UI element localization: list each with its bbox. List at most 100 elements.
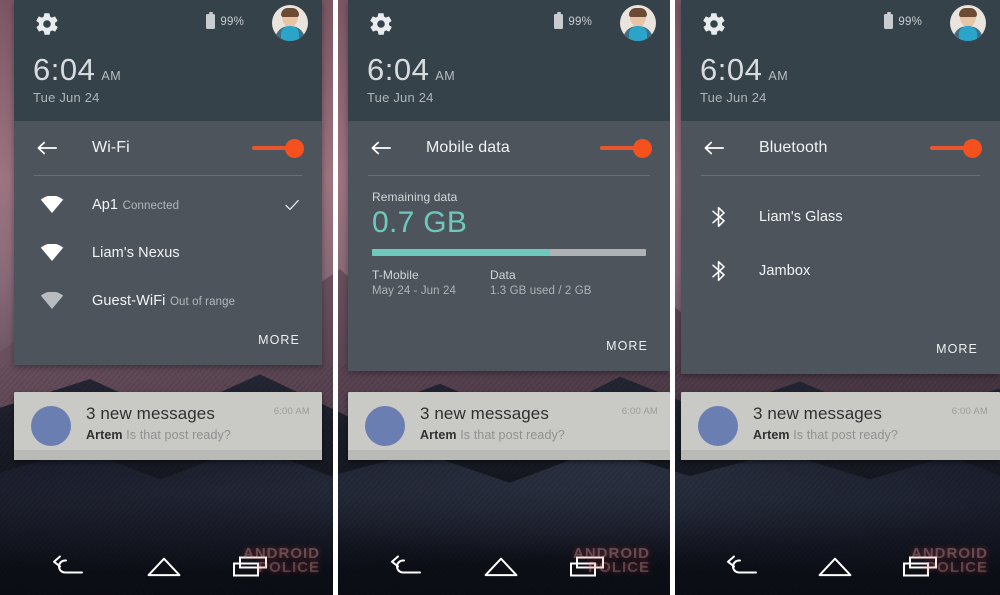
watermark-line2: POLICE — [926, 558, 988, 576]
network-status: Out of range — [169, 296, 236, 308]
remaining-data-label: Remaining data — [372, 190, 458, 204]
bluetooth-toggle[interactable] — [930, 139, 982, 158]
clock-date: Tue Jun 24 — [367, 90, 434, 105]
notification-title: 3 new messages — [753, 404, 882, 423]
detail-title: Mobile data — [426, 139, 510, 156]
device-name: Jambox — [759, 263, 811, 279]
notification-message: Is that post ready? — [460, 428, 565, 442]
data-usage-progress-fill — [372, 249, 551, 256]
back-arrow-icon[interactable] — [703, 139, 725, 157]
home-icon[interactable] — [147, 557, 181, 582]
screenshot-wifi: 99% 6:04 AM Tue Jun 24 Wi-Fi Ap1 Connect… — [0, 0, 333, 595]
quick-settings-panel-mobile-data: 99% 6:04 AM Tue Jun 24 Mobile data Remai… — [348, 0, 670, 371]
more-button[interactable]: MORE — [606, 339, 648, 353]
detail-title: Bluetooth — [759, 139, 828, 156]
notification-card[interactable]: 3 new messages Artem Is that post ready?… — [681, 392, 1000, 460]
watermark: ANDROID POLICE — [573, 545, 650, 576]
data-usage-meta: T-Mobile May 24 - Jun 24 Data 1.3 GB use… — [372, 268, 646, 297]
more-button[interactable]: MORE — [258, 333, 300, 347]
notification-avatar — [698, 406, 738, 446]
back-icon[interactable] — [727, 555, 757, 583]
list-item[interactable]: Jambox — [681, 244, 1000, 298]
notification-stack-edge — [348, 450, 670, 460]
data-usage-section: Remaining data 0.7 GB T-Mobile May 24 - … — [348, 176, 670, 297]
notification-message: Is that post ready? — [126, 428, 231, 442]
list-item-text: Jambox — [759, 262, 810, 280]
screenshot-mobile-data: 99% 6:04 AM Tue Jun 24 Mobile data Remai… — [338, 0, 670, 595]
back-arrow-icon[interactable] — [36, 139, 58, 157]
lockscreen-clock: 6:04 AM Tue Jun 24 — [367, 54, 455, 105]
clock-ampm: AM — [435, 69, 456, 83]
battery-icon — [554, 11, 564, 29]
clock-time: 6:04 — [367, 52, 430, 87]
notification-preview: Artem Is that post ready? — [86, 428, 231, 442]
billing-period: May 24 - Jun 24 — [372, 285, 456, 297]
detail-title: Wi-Fi — [92, 139, 130, 156]
usage-column: Data 1.3 GB used / 2 GB — [490, 268, 592, 297]
gear-icon[interactable] — [368, 11, 394, 37]
more-row: MORE — [14, 325, 322, 365]
notification-sender: Artem — [420, 428, 457, 442]
watermark: ANDROID POLICE — [911, 545, 988, 576]
notification-sender: Artem — [86, 428, 123, 442]
notification-time: 6:00 AM — [273, 406, 310, 417]
clock-time: 6:04 — [700, 52, 763, 87]
avatar[interactable] — [950, 5, 986, 41]
device-name: Liam's Glass — [759, 209, 843, 225]
wifi-network-list: Ap1 Connected Liam's Nexus Guest-WiFi Ou… — [14, 176, 322, 325]
wifi-toggle[interactable] — [252, 139, 304, 158]
battery-status: 99% — [554, 11, 592, 29]
battery-icon — [884, 11, 894, 29]
notification-avatar — [365, 406, 405, 446]
battery-percent: 99% — [220, 15, 244, 28]
back-arrow-icon[interactable] — [370, 139, 392, 157]
screenshot-stage: 99% 6:04 AM Tue Jun 24 Wi-Fi Ap1 Connect… — [0, 0, 1000, 595]
toggle-knob — [963, 139, 982, 158]
list-item[interactable]: Guest-WiFi Out of range — [14, 277, 322, 325]
back-icon[interactable] — [391, 555, 422, 583]
home-icon[interactable] — [818, 557, 852, 582]
battery-status: 99% — [206, 11, 244, 29]
avatar[interactable] — [272, 5, 308, 41]
clock-time: 6:04 — [33, 52, 96, 87]
watermark-line2: POLICE — [258, 558, 320, 576]
quick-settings-panel-bluetooth: 99% 6:04 AM Tue Jun 24 Bluetooth Liam's … — [681, 0, 1000, 374]
more-button[interactable]: MORE — [936, 342, 978, 356]
battery-percent: 99% — [568, 15, 592, 28]
detail-title-row-bluetooth: Bluetooth — [681, 121, 1000, 175]
notification-preview: Artem Is that post ready? — [753, 428, 898, 442]
notification-card[interactable]: 3 new messages Artem Is that post ready?… — [348, 392, 670, 460]
quick-settings-header: 99% 6:04 AM Tue Jun 24 — [348, 0, 670, 121]
avatar[interactable] — [620, 5, 656, 41]
list-item-text: Liam's Glass — [759, 208, 843, 226]
battery-status: 99% — [884, 11, 922, 29]
bluetooth-icon — [705, 205, 733, 229]
carrier-column: T-Mobile May 24 - Jun 24 — [372, 268, 490, 297]
gear-icon[interactable] — [701, 11, 727, 37]
carrier-name: T-Mobile — [372, 268, 419, 282]
home-icon[interactable] — [484, 557, 518, 582]
list-item[interactable]: Ap1 Connected — [14, 181, 322, 229]
list-item[interactable]: Liam's Glass — [681, 190, 1000, 244]
list-item-text: Liam's Nexus — [92, 244, 180, 262]
screenshot-bluetooth: 99% 6:04 AM Tue Jun 24 Bluetooth Liam's … — [675, 0, 1000, 595]
notification-time: 6:00 AM — [951, 406, 988, 417]
gear-icon[interactable] — [34, 11, 60, 37]
screenshot-separator — [333, 0, 338, 595]
clock-date: Tue Jun 24 — [700, 90, 767, 105]
data-usage-progressbar — [372, 249, 646, 256]
usage-value: 1.3 GB used / 2 GB — [490, 285, 592, 297]
bluetooth-device-list: Liam's Glass Jambox — [681, 176, 1000, 298]
check-icon — [284, 197, 300, 213]
back-icon[interactable] — [53, 555, 84, 583]
clock-ampm: AM — [101, 69, 122, 83]
notification-avatar — [31, 406, 71, 446]
toggle-knob — [633, 139, 652, 158]
list-item[interactable]: Liam's Nexus — [14, 229, 322, 277]
list-item-text: Guest-WiFi Out of range — [92, 292, 235, 310]
notification-card[interactable]: 3 new messages Artem Is that post ready?… — [14, 392, 322, 460]
wifi-signal-full-icon — [38, 193, 66, 217]
detail-title-row-mobile-data: Mobile data — [348, 121, 670, 175]
mobile-data-toggle[interactable] — [600, 139, 652, 158]
remaining-data-value: 0.7 GB — [372, 206, 468, 239]
